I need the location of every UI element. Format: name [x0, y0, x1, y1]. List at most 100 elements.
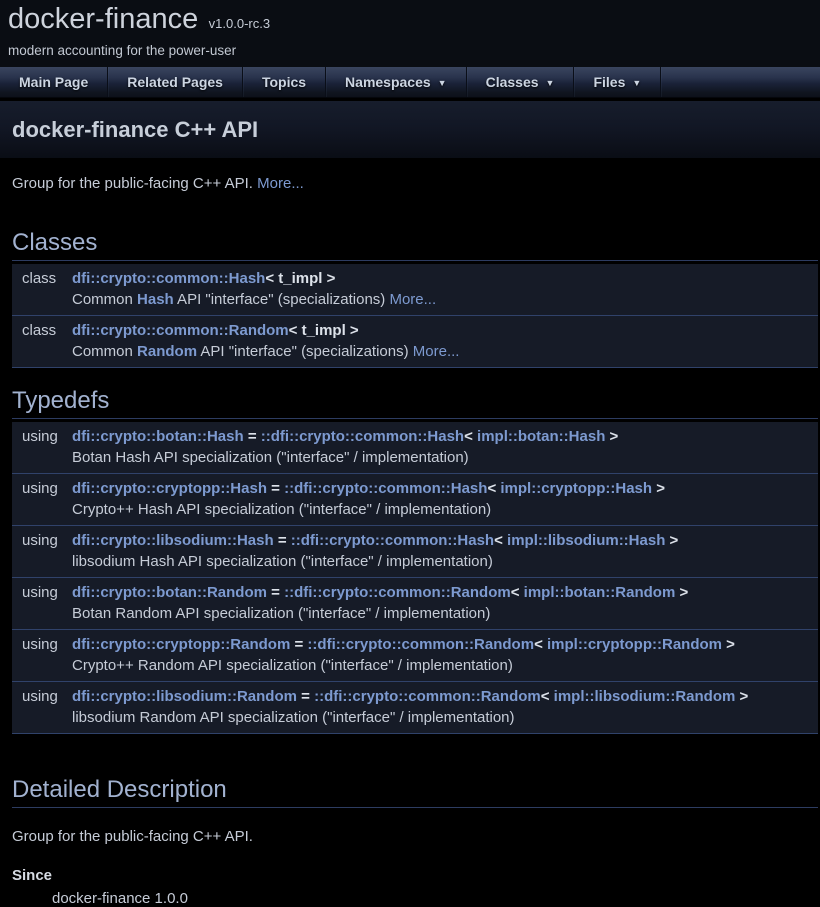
- member-link[interactable]: ::dfi::crypto::common::Random: [314, 688, 541, 705]
- member-link[interactable]: dfi::crypto::libsodium::Hash: [72, 532, 274, 549]
- member-link[interactable]: dfi::crypto::botan::Random: [72, 584, 267, 601]
- group-intro: Group for the public-facing C++ API. Mor…: [12, 175, 818, 192]
- member-text: >: [675, 584, 688, 601]
- project-header: docker-finance v1.0.0-rc.3 modern accoun…: [0, 0, 820, 67]
- member-description: Botan Hash API specialization ("interfac…: [72, 447, 818, 468]
- since-value: docker-finance 1.0.0: [52, 890, 818, 907]
- typedefs-table: using dfi::crypto::botan::Hash = ::dfi::c…: [12, 422, 818, 734]
- member-text: >: [665, 532, 678, 549]
- page-title: docker-finance C++ API: [12, 117, 258, 143]
- project-brief: modern accounting for the power-user: [8, 43, 820, 58]
- member-text: <: [487, 480, 500, 497]
- nav-tab-label: Classes: [486, 74, 539, 90]
- member-link[interactable]: dfi::crypto::cryptopp::Hash: [72, 480, 267, 497]
- nav-tab-classes[interactable]: Classes ▼: [467, 67, 575, 97]
- member-text: Crypto++ Hash API specialization ("inter…: [72, 501, 491, 518]
- member-link[interactable]: impl::cryptopp::Hash: [500, 480, 652, 497]
- member-name: dfi::crypto::cryptopp::Hash = ::dfi::cry…: [72, 478, 818, 499]
- nav-tab-label: Related Pages: [127, 74, 223, 90]
- member-text: Crypto++ Random API specialization ("int…: [72, 657, 513, 674]
- detailed-description-heading: Detailed Description: [12, 776, 818, 808]
- member-link[interactable]: dfi::crypto::botan::Hash: [72, 428, 244, 445]
- member-link[interactable]: impl::botan::Random: [524, 584, 676, 601]
- member-keyword-spacer: [12, 603, 72, 624]
- member-keyword: using: [12, 478, 72, 499]
- member-link[interactable]: impl::cryptopp::Random: [547, 636, 722, 653]
- member-link[interactable]: More...: [413, 343, 460, 360]
- member-link[interactable]: ::dfi::crypto::common::Hash: [261, 428, 464, 445]
- member-text: <: [534, 636, 547, 653]
- member-text: < t_impl >: [289, 322, 359, 339]
- member-link[interactable]: Random: [137, 343, 197, 360]
- member-link[interactable]: ::dfi::crypto::common::Hash: [284, 480, 487, 497]
- member-text: Botan Hash API specialization ("interfac…: [72, 449, 469, 466]
- member-text: <: [511, 584, 524, 601]
- member-text: =: [267, 480, 284, 497]
- member-keyword-spacer: [12, 289, 72, 310]
- more-link[interactable]: More...: [257, 175, 304, 192]
- member-link[interactable]: More...: [389, 291, 436, 308]
- member-row: usingdfi::crypto::botan::Random = ::dfi:…: [12, 578, 818, 630]
- detailed-description-paragraph: Group for the public-facing C++ API.: [12, 828, 818, 845]
- nav-tab-label: Topics: [262, 74, 306, 90]
- member-description: libsodium Random API specialization ("in…: [72, 707, 818, 728]
- nav-tab-namespaces[interactable]: Namespaces ▼: [326, 67, 467, 97]
- member-text: =: [297, 688, 314, 705]
- member-description: Crypto++ Hash API specialization ("inter…: [72, 499, 818, 520]
- member-text: API "interface" (specializations): [174, 291, 390, 308]
- member-link[interactable]: impl::libsodium::Random: [554, 688, 736, 705]
- member-link[interactable]: impl::libsodium::Hash: [507, 532, 665, 549]
- member-row: usingdfi::crypto::cryptopp::Random = ::d…: [12, 630, 818, 682]
- classes-section-heading: Classes: [12, 229, 818, 261]
- typedefs-section-heading: Typedefs: [12, 387, 818, 419]
- member-link[interactable]: ::dfi::crypto::common::Random: [284, 584, 511, 601]
- member-description: Botan Random API specialization ("interf…: [72, 603, 818, 624]
- member-row: usingdfi::crypto::libsodium::Random = ::…: [12, 682, 818, 734]
- member-link[interactable]: dfi::crypto::cryptopp::Random: [72, 636, 290, 653]
- member-name: dfi::crypto::cryptopp::Random = ::dfi::c…: [72, 634, 818, 655]
- member-text: Botan Random API specialization ("interf…: [72, 605, 490, 622]
- member-text: =: [290, 636, 307, 653]
- member-text: =: [274, 532, 291, 549]
- member-text: >: [605, 428, 618, 445]
- member-text: libsodium Random API specialization ("in…: [72, 709, 515, 726]
- member-text: < t_impl >: [265, 270, 335, 287]
- member-keyword: class: [12, 320, 72, 341]
- member-link[interactable]: ::dfi::crypto::common::Random: [307, 636, 534, 653]
- member-keyword-spacer: [12, 499, 72, 520]
- nav-tab-files[interactable]: Files ▼: [574, 67, 661, 97]
- nav-tab-main-page[interactable]: Main Page: [0, 67, 108, 97]
- member-keyword-spacer: [12, 707, 72, 728]
- member-description: libsodium Hash API specialization ("inte…: [72, 551, 818, 572]
- classes-table: classdfi::crypto::common::Hash< t_impl >…: [12, 264, 818, 368]
- member-keyword: using: [12, 686, 72, 707]
- member-name: dfi::crypto::libsodium::Random = ::dfi::…: [72, 686, 818, 707]
- main-navbar: Main Page Related Pages Topics Namespace…: [0, 67, 820, 98]
- member-name: dfi::crypto::common::Random< t_impl >: [72, 320, 818, 341]
- member-text: >: [722, 636, 735, 653]
- group-intro-text: Group for the public-facing C++ API.: [12, 175, 257, 192]
- member-link[interactable]: impl::botan::Hash: [477, 428, 605, 445]
- nav-tab-label: Files: [593, 74, 625, 90]
- member-text: Common: [72, 343, 137, 360]
- nav-tab-label: Main Page: [19, 74, 88, 90]
- member-description: Common Random API "interface" (specializ…: [72, 341, 818, 362]
- page-contents: Group for the public-facing C++ API. Mor…: [0, 175, 820, 907]
- member-link[interactable]: dfi::crypto::common::Hash: [72, 270, 265, 287]
- since-label: Since: [12, 867, 818, 884]
- project-name: docker-finance: [8, 3, 198, 35]
- member-link[interactable]: dfi::crypto::libsodium::Random: [72, 688, 297, 705]
- member-link[interactable]: ::dfi::crypto::common::Hash: [291, 532, 494, 549]
- member-text: API "interface" (specializations): [197, 343, 413, 360]
- member-link[interactable]: Hash: [137, 291, 174, 308]
- project-version: v1.0.0-rc.3: [209, 16, 270, 31]
- member-link[interactable]: dfi::crypto::common::Random: [72, 322, 289, 339]
- member-keyword-spacer: [12, 447, 72, 468]
- member-text: >: [652, 480, 665, 497]
- nav-tab-topics[interactable]: Topics: [243, 67, 326, 97]
- member-keyword-spacer: [12, 551, 72, 572]
- member-row: usingdfi::crypto::libsodium::Hash = ::df…: [12, 526, 818, 578]
- nav-tab-related-pages[interactable]: Related Pages: [108, 67, 243, 97]
- chevron-down-icon: ▼: [632, 78, 641, 88]
- member-text: libsodium Hash API specialization ("inte…: [72, 553, 493, 570]
